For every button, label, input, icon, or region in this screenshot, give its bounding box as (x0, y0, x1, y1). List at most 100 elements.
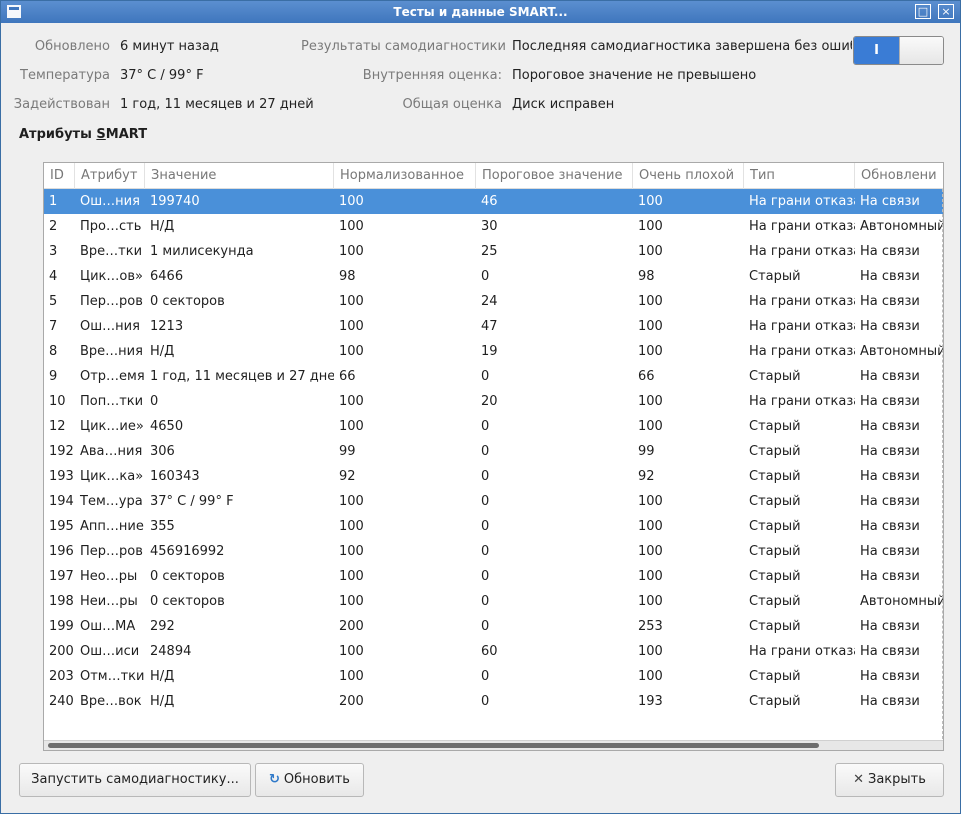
table-row[interactable]: 3 Вре…тки 1 милисекунда 100 25 100 На грани от… (44, 239, 943, 264)
cell-normalized: 92 (339, 469, 356, 484)
cell-attribute: Пер…ров (80, 544, 143, 559)
title-bar[interactable]: Тесты и данные SMART... □ × (1, 1, 960, 23)
table-row[interactable]: 9 Отр…емя 1 год, 11 месяцев и 27 дней 66 0 66… (44, 364, 943, 389)
cell-type: Старый (749, 444, 801, 459)
smart-attributes-table[interactable]: ID Атрибут Значение Нормализованное Порогово… (43, 162, 944, 751)
cell-worst: 100 (638, 394, 663, 409)
cell-value: 6466 (150, 269, 184, 284)
table-row[interactable]: 196 Пер…ров 456916992 100 0 100 Старый На связи (44, 539, 943, 564)
close-window-icon[interactable]: × (938, 4, 954, 19)
table-row[interactable]: 2 Про…сть Н/Д 100 30 100 На грани отказа Автоно… (44, 214, 943, 239)
table-row[interactable]: 5 Пер…ров 0 секторов 100 24 100 На грани отказ… (44, 289, 943, 314)
table-row[interactable]: 199 Ош…МА 292 200 0 253 Старый На связи (44, 614, 943, 639)
table-row[interactable]: 10 Поп…тки 0 100 20 100 На грани отказа На связ… (44, 389, 943, 414)
cell-worst: 100 (638, 319, 663, 334)
table-row[interactable]: 197 Нео…ры 0 секторов 100 0 100 Старый На связи (44, 564, 943, 589)
cell-threshold: 25 (481, 244, 498, 259)
cell-id: 4 (49, 269, 58, 284)
cell-value: Н/Д (150, 344, 175, 359)
cell-updated: На связи (860, 194, 920, 209)
cell-normalized: 100 (339, 294, 364, 309)
header-col-type[interactable]: Тип (744, 163, 855, 189)
cell-normalized: 100 (339, 319, 364, 334)
cell-threshold: 0 (481, 569, 490, 584)
cell-worst: 100 (638, 294, 663, 309)
table-row[interactable]: 193 Цик…ка» 160343 92 0 92 Старый На связи (44, 464, 943, 489)
cell-type: Старый (749, 619, 801, 634)
header-col-updated[interactable]: Обновлени (855, 163, 943, 189)
cell-worst: 100 (638, 419, 663, 434)
cell-normalized: 100 (339, 644, 364, 659)
cell-attribute: Ава…ния (80, 444, 143, 459)
table-row[interactable]: 198 Неи…ры 0 секторов 100 0 100 Старый Автономн… (44, 589, 943, 614)
refresh-button-label: Обновить (283, 772, 350, 787)
run-selftest-button[interactable]: Запустить самодиагностику... (19, 763, 251, 797)
table-row[interactable]: 4 Цик…ов» 6466 98 0 98 Старый На связи (44, 264, 943, 289)
table-row[interactable]: 7 Ош…ния 1213 100 47 100 На грани отказа На свя… (44, 314, 943, 339)
smart-enable-toggle[interactable]: I (853, 36, 944, 65)
cell-id: 199 (49, 619, 74, 634)
cell-normalized: 100 (339, 544, 364, 559)
toggle-knob[interactable] (899, 37, 943, 64)
cell-id: 2 (49, 219, 58, 234)
cell-normalized: 100 (339, 594, 364, 609)
header-col-threshold[interactable]: Пороговое значение (476, 163, 633, 189)
powered-label: Задействован (13, 97, 110, 112)
table-row[interactable]: 203 Отм…тки Н/Д 100 0 100 Старый На связи (44, 664, 943, 689)
cell-attribute: Цик…ие» (80, 419, 144, 434)
horizontal-scrollbar[interactable] (44, 740, 943, 750)
cell-attribute: Цик…ов» (80, 269, 143, 284)
table-row[interactable]: 200 Ош…иси 24894 100 60 100 На грани отказа На … (44, 639, 943, 664)
table-row[interactable]: 195 Апп…ние 355 100 0 100 Старый На связи (44, 514, 943, 539)
cell-threshold: 0 (481, 269, 490, 284)
cell-type: На грани отказа (749, 644, 855, 659)
table-row[interactable]: 192 Ава…ния 306 99 0 99 Старый На связи (44, 439, 943, 464)
table-row[interactable]: 194 Тем…ура 37° C / 99° F 100 0 100 Старый На с… (44, 489, 943, 514)
cell-type: Старый (749, 369, 801, 384)
cell-attribute: Поп…тки (80, 394, 144, 409)
header-col-attribute[interactable]: Атрибут (75, 163, 145, 189)
cell-id: 197 (49, 569, 74, 584)
cell-type: Старый (749, 419, 801, 434)
cell-updated: На связи (860, 669, 920, 684)
refresh-button[interactable]: ↻ Обновить (255, 763, 364, 797)
cell-type: На грани отказа (749, 344, 855, 359)
cell-value: 24894 (150, 644, 192, 659)
header-col-id[interactable]: ID (44, 163, 75, 189)
table-row[interactable]: 8 Вре…ния Н/Д 100 19 100 На грани отказа Автоно… (44, 339, 943, 364)
table-row[interactable]: 12 Цик…ие» 4650 100 0 100 Старый На связи (44, 414, 943, 439)
cell-attribute: Отм…тки (80, 669, 145, 684)
cell-id: 194 (49, 494, 74, 509)
cell-value: 0 (150, 394, 159, 409)
close-button[interactable]: ✕ Закрыть (835, 763, 944, 797)
overall-value: Диск исправен (512, 97, 615, 112)
cell-updated: На связи (860, 469, 920, 484)
table-header: ID Атрибут Значение Нормализованное Порогово… (44, 163, 943, 189)
header-col-value[interactable]: Значение (145, 163, 334, 189)
cell-worst: 100 (638, 644, 663, 659)
table-row[interactable]: 240 Вре…вок Н/Д 200 0 193 Старый На связи (44, 689, 943, 714)
cell-attribute: Про…сть (80, 219, 142, 234)
maximize-icon[interactable]: □ (915, 4, 931, 19)
cell-threshold: 46 (481, 194, 498, 209)
scrollbar-thumb[interactable] (48, 743, 819, 748)
cell-attribute: Неи…ры (80, 594, 138, 609)
cell-id: 7 (49, 319, 58, 334)
cell-worst: 100 (638, 219, 663, 234)
cell-updated: На связи (860, 269, 920, 284)
section-title-accel: S (96, 127, 106, 142)
cell-updated: На связи (860, 619, 920, 634)
cell-type: Старый (749, 544, 801, 559)
header-col-normalized[interactable]: Нормализованное (334, 163, 476, 189)
window-menu-icon[interactable] (7, 5, 21, 18)
cell-normalized: 100 (339, 669, 364, 684)
cell-worst: 99 (638, 444, 655, 459)
header-col-worst[interactable]: Очень плохой (633, 163, 744, 189)
overall-label: Общая оценка (402, 97, 502, 112)
cell-type: На грани отказа (749, 219, 855, 234)
cell-normalized: 100 (339, 419, 364, 434)
cell-updated: На связи (860, 694, 920, 709)
table-row[interactable]: 1 Ош…ния 199740 100 46 100 На грани отказа На с… (44, 189, 943, 214)
cell-worst: 193 (638, 694, 663, 709)
cell-threshold: 0 (481, 694, 490, 709)
